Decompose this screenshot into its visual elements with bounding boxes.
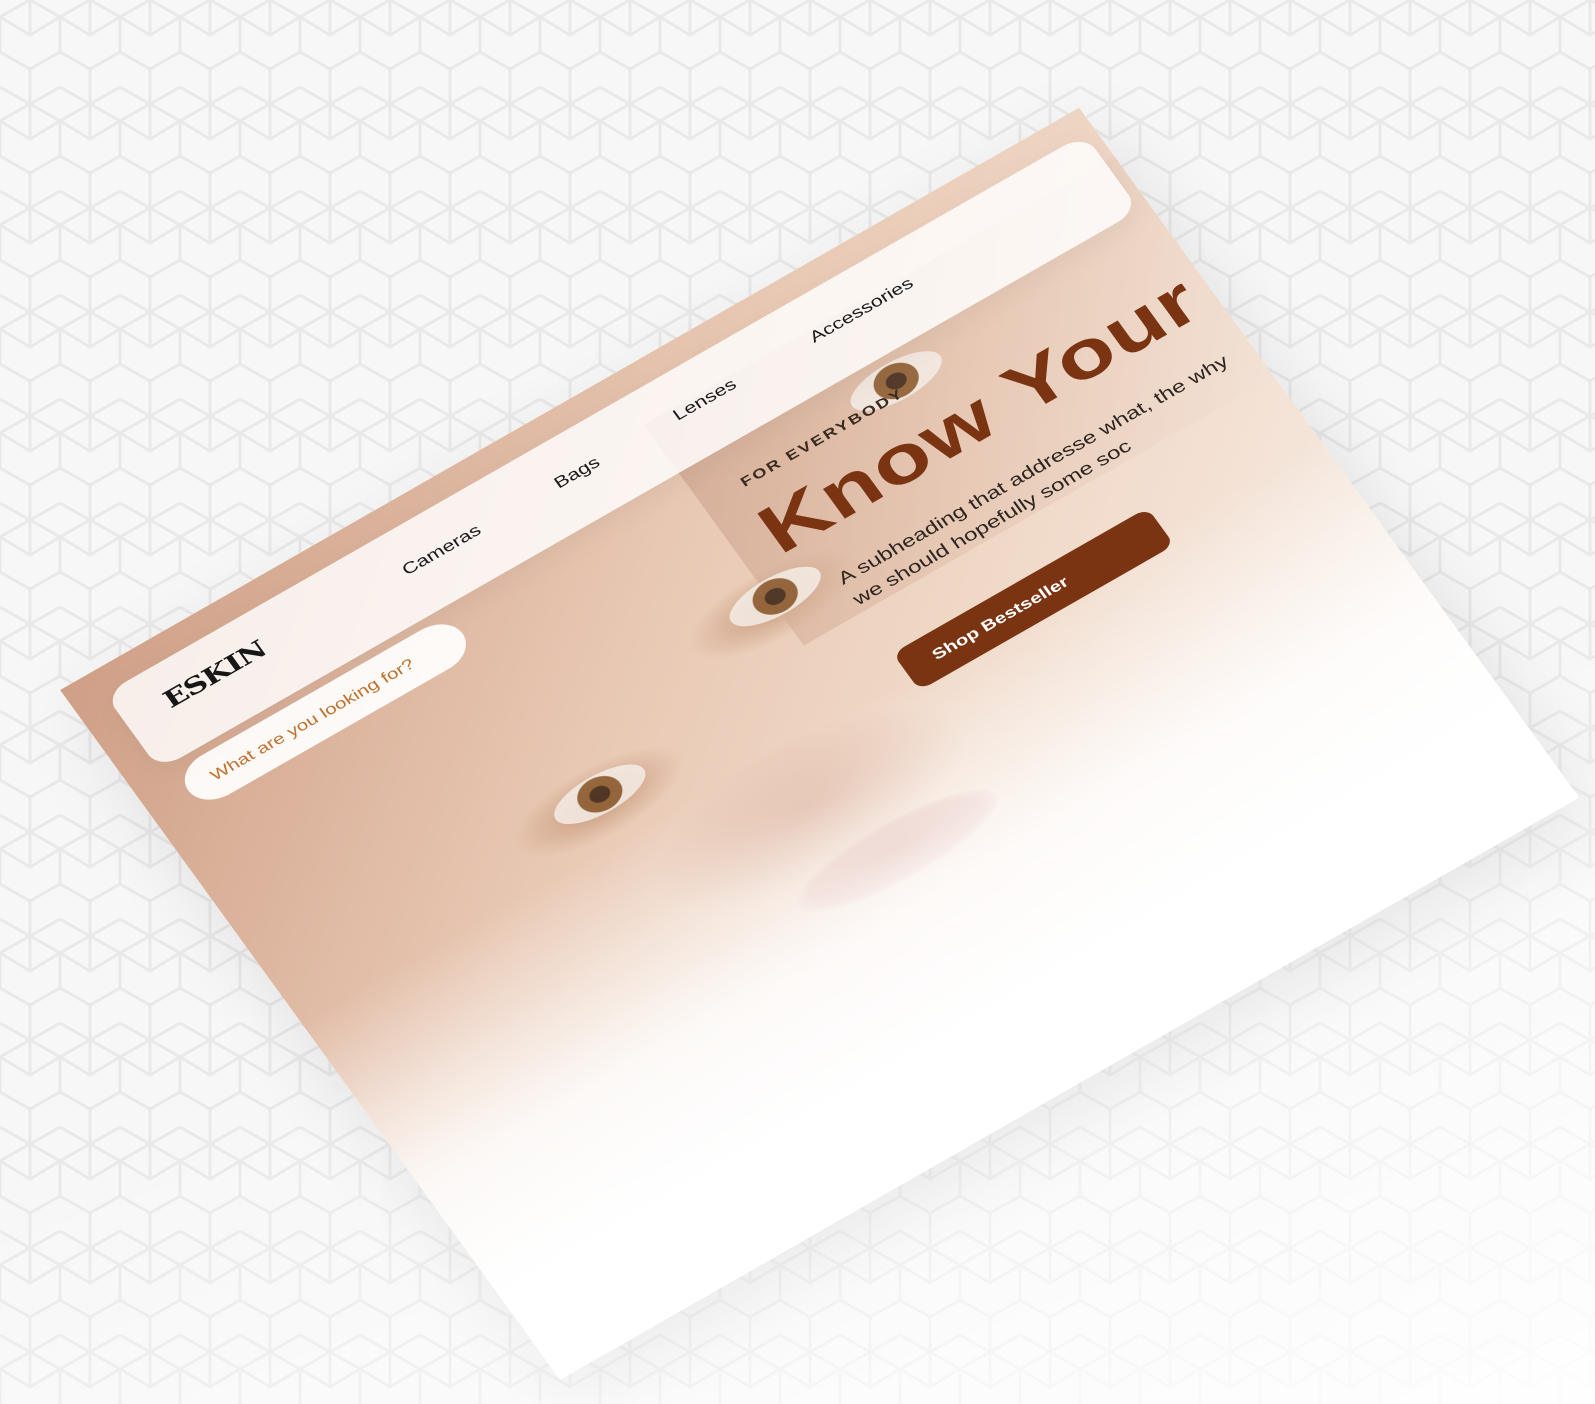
nav-link-bags[interactable]: Bags bbox=[551, 454, 604, 493]
nav-link-cameras[interactable]: Cameras bbox=[399, 522, 486, 580]
nav-link-lenses[interactable]: Lenses bbox=[670, 376, 741, 425]
nav-link-accessories[interactable]: Accessories bbox=[806, 275, 917, 348]
